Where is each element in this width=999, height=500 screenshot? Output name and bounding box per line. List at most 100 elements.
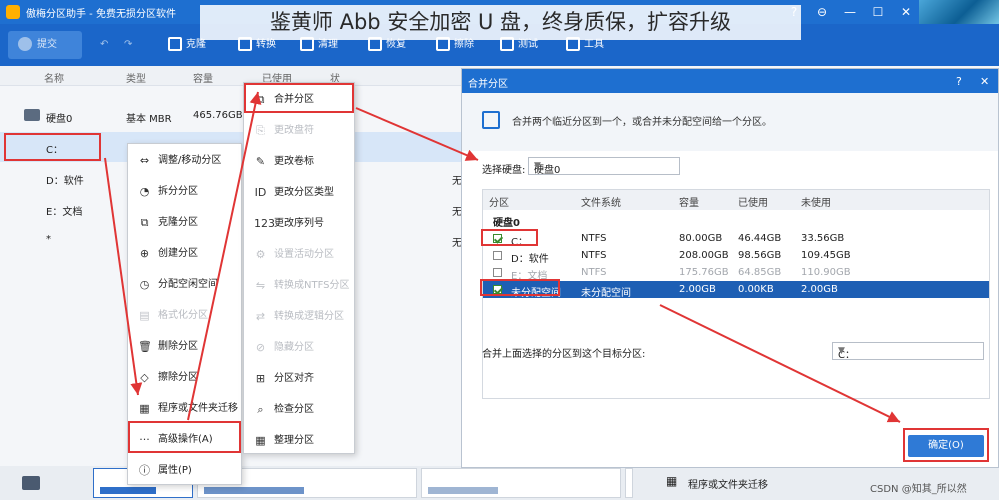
- cell-fs: 未分配空间: [581, 288, 631, 299]
- disk-block-e[interactable]: [421, 468, 621, 498]
- minimize-button[interactable]: —: [839, 2, 861, 22]
- row-checkbox[interactable]: [493, 234, 502, 243]
- table-row[interactable]: D：软件 NTFS 208.00GB 98.56GB 109.45GB: [483, 247, 989, 265]
- partition-name: D：软件: [46, 176, 84, 187]
- submenu-item-2[interactable]: ✎ 更改卷标: [244, 146, 354, 177]
- row-checkbox[interactable]: [493, 285, 502, 294]
- th-partition: 分区: [489, 198, 509, 209]
- context_menu-item-7[interactable]: ◇ 擦除分区: [128, 362, 241, 393]
- context_menu-item-4[interactable]: ◷ 分配空闲空间: [128, 269, 241, 300]
- clone-icon: [168, 37, 182, 51]
- context_menu-item-0[interactable]: ⇔ 调整/移动分区: [128, 145, 241, 176]
- menu-icon: ⌕: [257, 403, 264, 416]
- menu-icon: ⇔: [139, 154, 150, 167]
- maximize-button[interactable]: ☐: [867, 2, 889, 22]
- row-checkbox[interactable]: [493, 251, 502, 260]
- disk-block-unallocated[interactable]: [625, 468, 633, 498]
- submenu-item-3[interactable]: ID 更改分区类型: [244, 177, 354, 208]
- menu-item-label: 属性(P): [158, 465, 192, 476]
- toolbar-recover-label: 恢复: [386, 39, 406, 50]
- submenu-item-4[interactable]: 123 更改序列号: [244, 208, 354, 239]
- menu-icon: ✎: [255, 155, 266, 168]
- merge-icon: [482, 111, 500, 129]
- context_menu-item-9[interactable]: ··· 高级操作(A): [128, 424, 241, 455]
- menu-icon: ⓘ: [139, 464, 150, 477]
- cell-used: 46.44GB: [738, 233, 782, 244]
- chevron-down-icon: ▼: [838, 346, 845, 356]
- toolbar-convert-label: 转换: [256, 39, 276, 50]
- menu-item-label: 克隆分区: [158, 217, 198, 228]
- menu-item-label: 擦除分区: [158, 372, 198, 383]
- disk-icon: [24, 109, 40, 121]
- partition-name: E：文档: [46, 207, 83, 218]
- advanced-submenu: ⧉ 合并分区 ⎘ 更改盘符 ✎ 更改卷标 ID 更改分区类型 123 更改序列号 ⚙ 设置活动分区 ⇋ 转…: [243, 82, 355, 454]
- context_menu-item-3[interactable]: ⊕ 创建分区: [128, 238, 241, 269]
- dialog-help-icon[interactable]: ?: [956, 75, 962, 88]
- menu-icon: ⚙: [255, 248, 266, 261]
- window-title: 傲梅分区助手 - 免费无损分区软件: [26, 9, 176, 20]
- menu-item-label: 更改序列号: [274, 218, 324, 229]
- cell-name: C：: [511, 237, 528, 248]
- cell-size: 2.00GB: [679, 284, 716, 295]
- submenu-item-11[interactable]: ▦ 整理分区: [244, 425, 354, 456]
- undo-icon[interactable]: ↶: [100, 36, 108, 54]
- options-icon[interactable]: ⊖: [811, 2, 833, 22]
- col-type: 类型: [126, 74, 146, 85]
- cell-free: 110.90GB: [801, 267, 851, 278]
- col-name: 名称: [44, 74, 64, 85]
- toolbar-tools-label: 工具: [584, 39, 604, 50]
- dialog-description: 合并两个临近分区到一个，或合并未分配空间给一个分区。: [512, 117, 772, 128]
- row-checkbox[interactable]: [493, 268, 502, 277]
- target-select[interactable]: C： ▼: [832, 342, 984, 361]
- submenu-item-10[interactable]: ⌕ 检查分区: [244, 394, 354, 425]
- menu-item-label: 合并分区: [274, 94, 314, 105]
- disk-select[interactable]: 硬盘0 ▼: [528, 157, 680, 176]
- th-size: 容量: [679, 198, 699, 209]
- context-menu: ⇔ 调整/移动分区 ◔ 拆分分区 ⧉ 克隆分区 ⊕ 创建分区 ◷ 分配空闲空间 ▤ 格式化分区 🗑 删除分…: [127, 143, 242, 485]
- cell-name: E：文档: [511, 271, 548, 282]
- menu-item-label: 高级操作(A): [158, 434, 213, 445]
- table-row[interactable]: C： NTFS 80.00GB 46.44GB 33.56GB: [483, 230, 989, 248]
- usage-bar: [100, 487, 156, 494]
- table-row[interactable]: E：文档 NTFS 175.76GB 64.85GB 110.90GB: [483, 264, 989, 282]
- toolbar-test-label: 测试: [518, 39, 538, 50]
- context_menu-item-6[interactable]: 🗑 删除分区: [128, 331, 241, 362]
- menu-item-label: 分区对齐: [274, 373, 314, 384]
- close-button[interactable]: ✕: [895, 2, 917, 22]
- dialog-title-bar: 合并分区 ? ✕: [462, 69, 998, 93]
- redo-icon[interactable]: ↷: [124, 36, 132, 54]
- menu-icon: ⊘: [255, 341, 266, 354]
- menu-item-label: 转换成逻辑分区: [274, 311, 344, 322]
- th-used: 已使用: [738, 198, 768, 209]
- table-row[interactable]: 未分配空间 未分配空间 2.00GB 0.00KB 2.00GB: [483, 281, 989, 299]
- menu-icon: ◇: [140, 371, 149, 384]
- ad-banner: 鉴黄师 Abb 安全加密 U 盘，终身质保，扩容升级: [200, 5, 801, 40]
- menu-icon: ◔: [139, 185, 150, 198]
- menu-item-label: 更改分区类型: [274, 187, 334, 198]
- dialog-description-area: 合并两个临近分区到一个，或合并未分配空间给一个分区。: [462, 93, 998, 151]
- menu-icon: 123: [254, 217, 275, 230]
- menu-icon: ⧉: [256, 93, 265, 106]
- menu-item-label: 设置活动分区: [274, 249, 334, 260]
- dialog-close-icon[interactable]: ✕: [980, 75, 989, 88]
- submenu-item-0[interactable]: ⧉ 合并分区: [244, 84, 354, 115]
- cell-name: D：软件: [511, 254, 549, 265]
- migrate-link[interactable]: 程序或文件夹迁移: [688, 476, 768, 491]
- submit-button[interactable]: 提交: [8, 31, 82, 59]
- cell-fs: NTFS: [581, 267, 607, 278]
- chevron-down-icon: ▼: [534, 161, 541, 171]
- submenu-item-9[interactable]: ⊞ 分区对齐: [244, 363, 354, 394]
- context_menu-item-2[interactable]: ⧉ 克隆分区: [128, 207, 241, 238]
- watermark: CSDN @知其_所以然: [870, 484, 967, 495]
- ok-button[interactable]: 确定(O): [908, 435, 984, 457]
- menu-icon: ⊞: [255, 372, 266, 385]
- context_menu-item-8[interactable]: ▦ 程序或文件夹迁移: [128, 393, 241, 424]
- target-label: 合并上面选择的分区到这个目标分区:: [482, 349, 646, 360]
- disk-size: 465.76GB: [193, 110, 243, 121]
- toolbar-clone-label: 克隆: [186, 39, 206, 50]
- context_menu-item-1[interactable]: ◔ 拆分分区: [128, 176, 241, 207]
- cell-free: 33.56GB: [801, 233, 845, 244]
- disk-row[interactable]: 硬盘0 基本 MBR 465.76GB: [0, 101, 470, 131]
- context_menu-item-10[interactable]: ⓘ 属性(P): [128, 455, 241, 486]
- partition-name: C：: [46, 145, 63, 156]
